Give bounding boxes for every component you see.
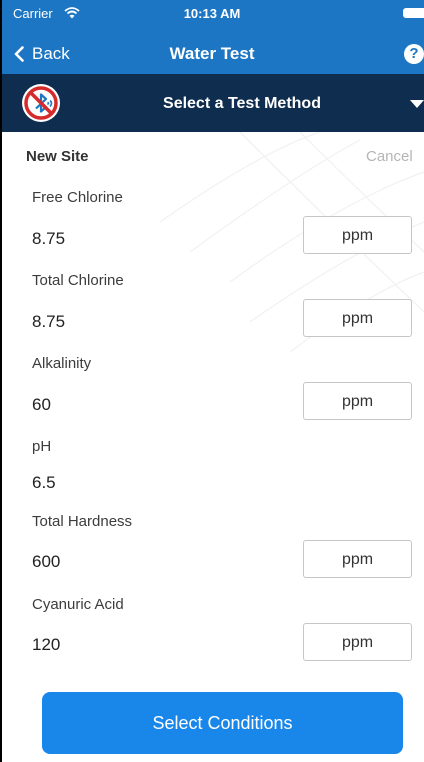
ph-label: pH: [32, 438, 52, 455]
test-method-selector[interactable]: Select a Test Method: [0, 74, 424, 132]
alkalinity-input[interactable]: 60: [32, 395, 51, 415]
total-chlorine-input[interactable]: 8.75: [32, 312, 65, 332]
alkalinity-label: Alkalinity: [32, 355, 92, 372]
alkalinity-unit-button[interactable]: ppm: [303, 382, 412, 420]
total-chlorine-unit-button[interactable]: ppm: [303, 299, 412, 337]
free-chlorine-unit-button[interactable]: ppm: [303, 216, 412, 254]
screen-edge: [0, 0, 2, 762]
ph-input[interactable]: 6.5: [32, 473, 56, 493]
status-time: 10:13 AM: [183, 6, 241, 21]
water-test-form: New Site Cancel Free Chlorine 8.75 ppm T…: [0, 132, 424, 762]
cyanuric-acid-label: Cyanuric Acid: [32, 596, 124, 613]
site-name: New Site: [26, 148, 89, 165]
caret-down-icon: [410, 100, 424, 108]
total-hardness-unit-button[interactable]: ppm: [303, 540, 412, 578]
total-hardness-input[interactable]: 600: [32, 552, 60, 572]
free-chlorine-input[interactable]: 8.75: [32, 229, 65, 249]
cyanuric-acid-unit-button[interactable]: ppm: [303, 623, 412, 661]
status-bar: Carrier 10:13 AM: [0, 0, 424, 32]
select-conditions-button[interactable]: Select Conditions: [42, 692, 403, 754]
page-title: Water Test: [169, 44, 255, 63]
total-hardness-label: Total Hardness: [32, 513, 133, 530]
help-icon[interactable]: ?: [404, 44, 424, 64]
free-chlorine-label: Free Chlorine: [32, 189, 123, 206]
nav-bar: Back Water Test ?: [0, 32, 424, 74]
cancel-button[interactable]: Cancel: [366, 148, 413, 165]
battery-icon: [403, 8, 424, 18]
water-test-screen: Carrier 10:13 AM Back Water Test ? Selec…: [0, 0, 424, 762]
total-chlorine-label: Total Chlorine: [32, 272, 124, 289]
test-method-label: Select a Test Method: [163, 95, 321, 112]
cyanuric-acid-input[interactable]: 120: [32, 635, 60, 655]
